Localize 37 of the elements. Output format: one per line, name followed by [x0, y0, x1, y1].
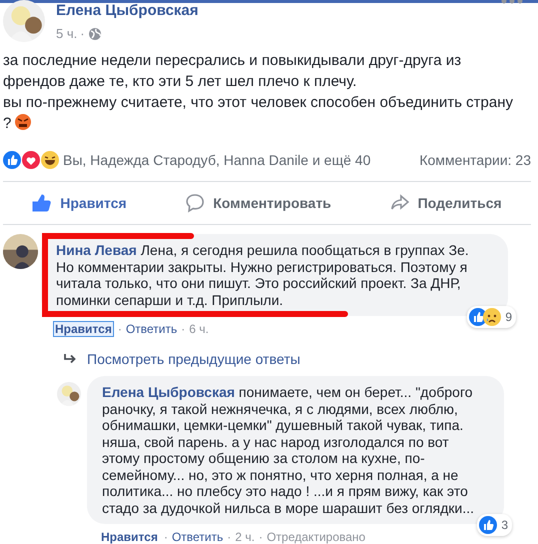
previous-replies-link[interactable]: Посмотреть предыдущие ответы [63, 351, 531, 367]
separator-dot: · [227, 530, 232, 544]
reactions-link[interactable]: Вы, Надежда Стародуб, Hanna Danile и ещё 40 [63, 152, 371, 168]
share-button[interactable]: Поделиться [384, 189, 508, 217]
separator-dot: · [181, 322, 186, 336]
author-link[interactable]: Елена Цыбровская [56, 2, 501, 20]
separator-dot: · [80, 26, 85, 41]
separator-dot: · [118, 322, 122, 336]
love-reaction-icon [22, 151, 40, 169]
reply-arrow-icon [63, 353, 77, 365]
more-options-icon [501, 0, 523, 6]
laugh-reaction-icon [41, 151, 59, 169]
reply-link[interactable]: Ответить [126, 322, 178, 336]
reply-link[interactable]: Ответить [172, 530, 224, 544]
like-reaction-icon [3, 151, 21, 169]
like-button[interactable]: Нравится [26, 189, 133, 217]
reaction-count-badge: 3 [477, 514, 512, 536]
comment-button[interactable]: Комментировать [179, 189, 338, 217]
angry-emoji-icon [15, 114, 32, 130]
author-link[interactable]: Нина Левая [56, 242, 137, 258]
author-link[interactable]: Елена Цыбровская [102, 384, 235, 400]
comment-time: 2 ч. [235, 530, 255, 544]
comment-time: 6 ч. [189, 322, 209, 336]
edited-label: Отредактировано [266, 530, 366, 544]
globe-icon [88, 26, 102, 40]
like-link[interactable]: Нравится [99, 529, 160, 544]
separator-dot: · [164, 530, 168, 544]
comment-text: Нина Левая Лена, я сегодня решила пообщаться в группах Зе. Но комментарии закрыты. Нужно регистрироваться. Поэтому я читала только, что они пишут. Это российский проект. За ДНР, поминки сепарши и т.д. Приплыли. [56, 242, 470, 308]
comment-text: Елена Цыбровская понимаете, чем он берет... "доброго раночку, я такой нежнячечка, я с людями, всех люблю, обнимашки, цемки-цемки" душевный такой чувак, типа. няша, свой парень. а у нас народ изголодался по вот этому простому общению за столом на кухне, по- семейному... но, это ж понятно, что херня полная, а не политика... но плебсу это надо ! ...и я прям вижу, как это стадо за дудочкой нильса в море шарашит без оглядки... [102, 384, 476, 516]
separator-dot: · [258, 530, 263, 544]
comments-count-link[interactable]: Комментарии: 23 [419, 152, 531, 168]
thumbs-up-icon [32, 193, 52, 213]
post-text: за последние недели пересрались и повыкидывали друг-друга из френдов даже те, кто эти 5 лет шел плечо к плечу. вы по-прежнему считаете, что этот человек способен объединить страну ? [3, 51, 514, 134]
like-link[interactable]: Нравится [53, 321, 114, 337]
reaction-count-badge: 9 [467, 306, 516, 328]
speech-bubble-icon [185, 193, 206, 213]
like-reaction-icon [479, 516, 498, 534]
